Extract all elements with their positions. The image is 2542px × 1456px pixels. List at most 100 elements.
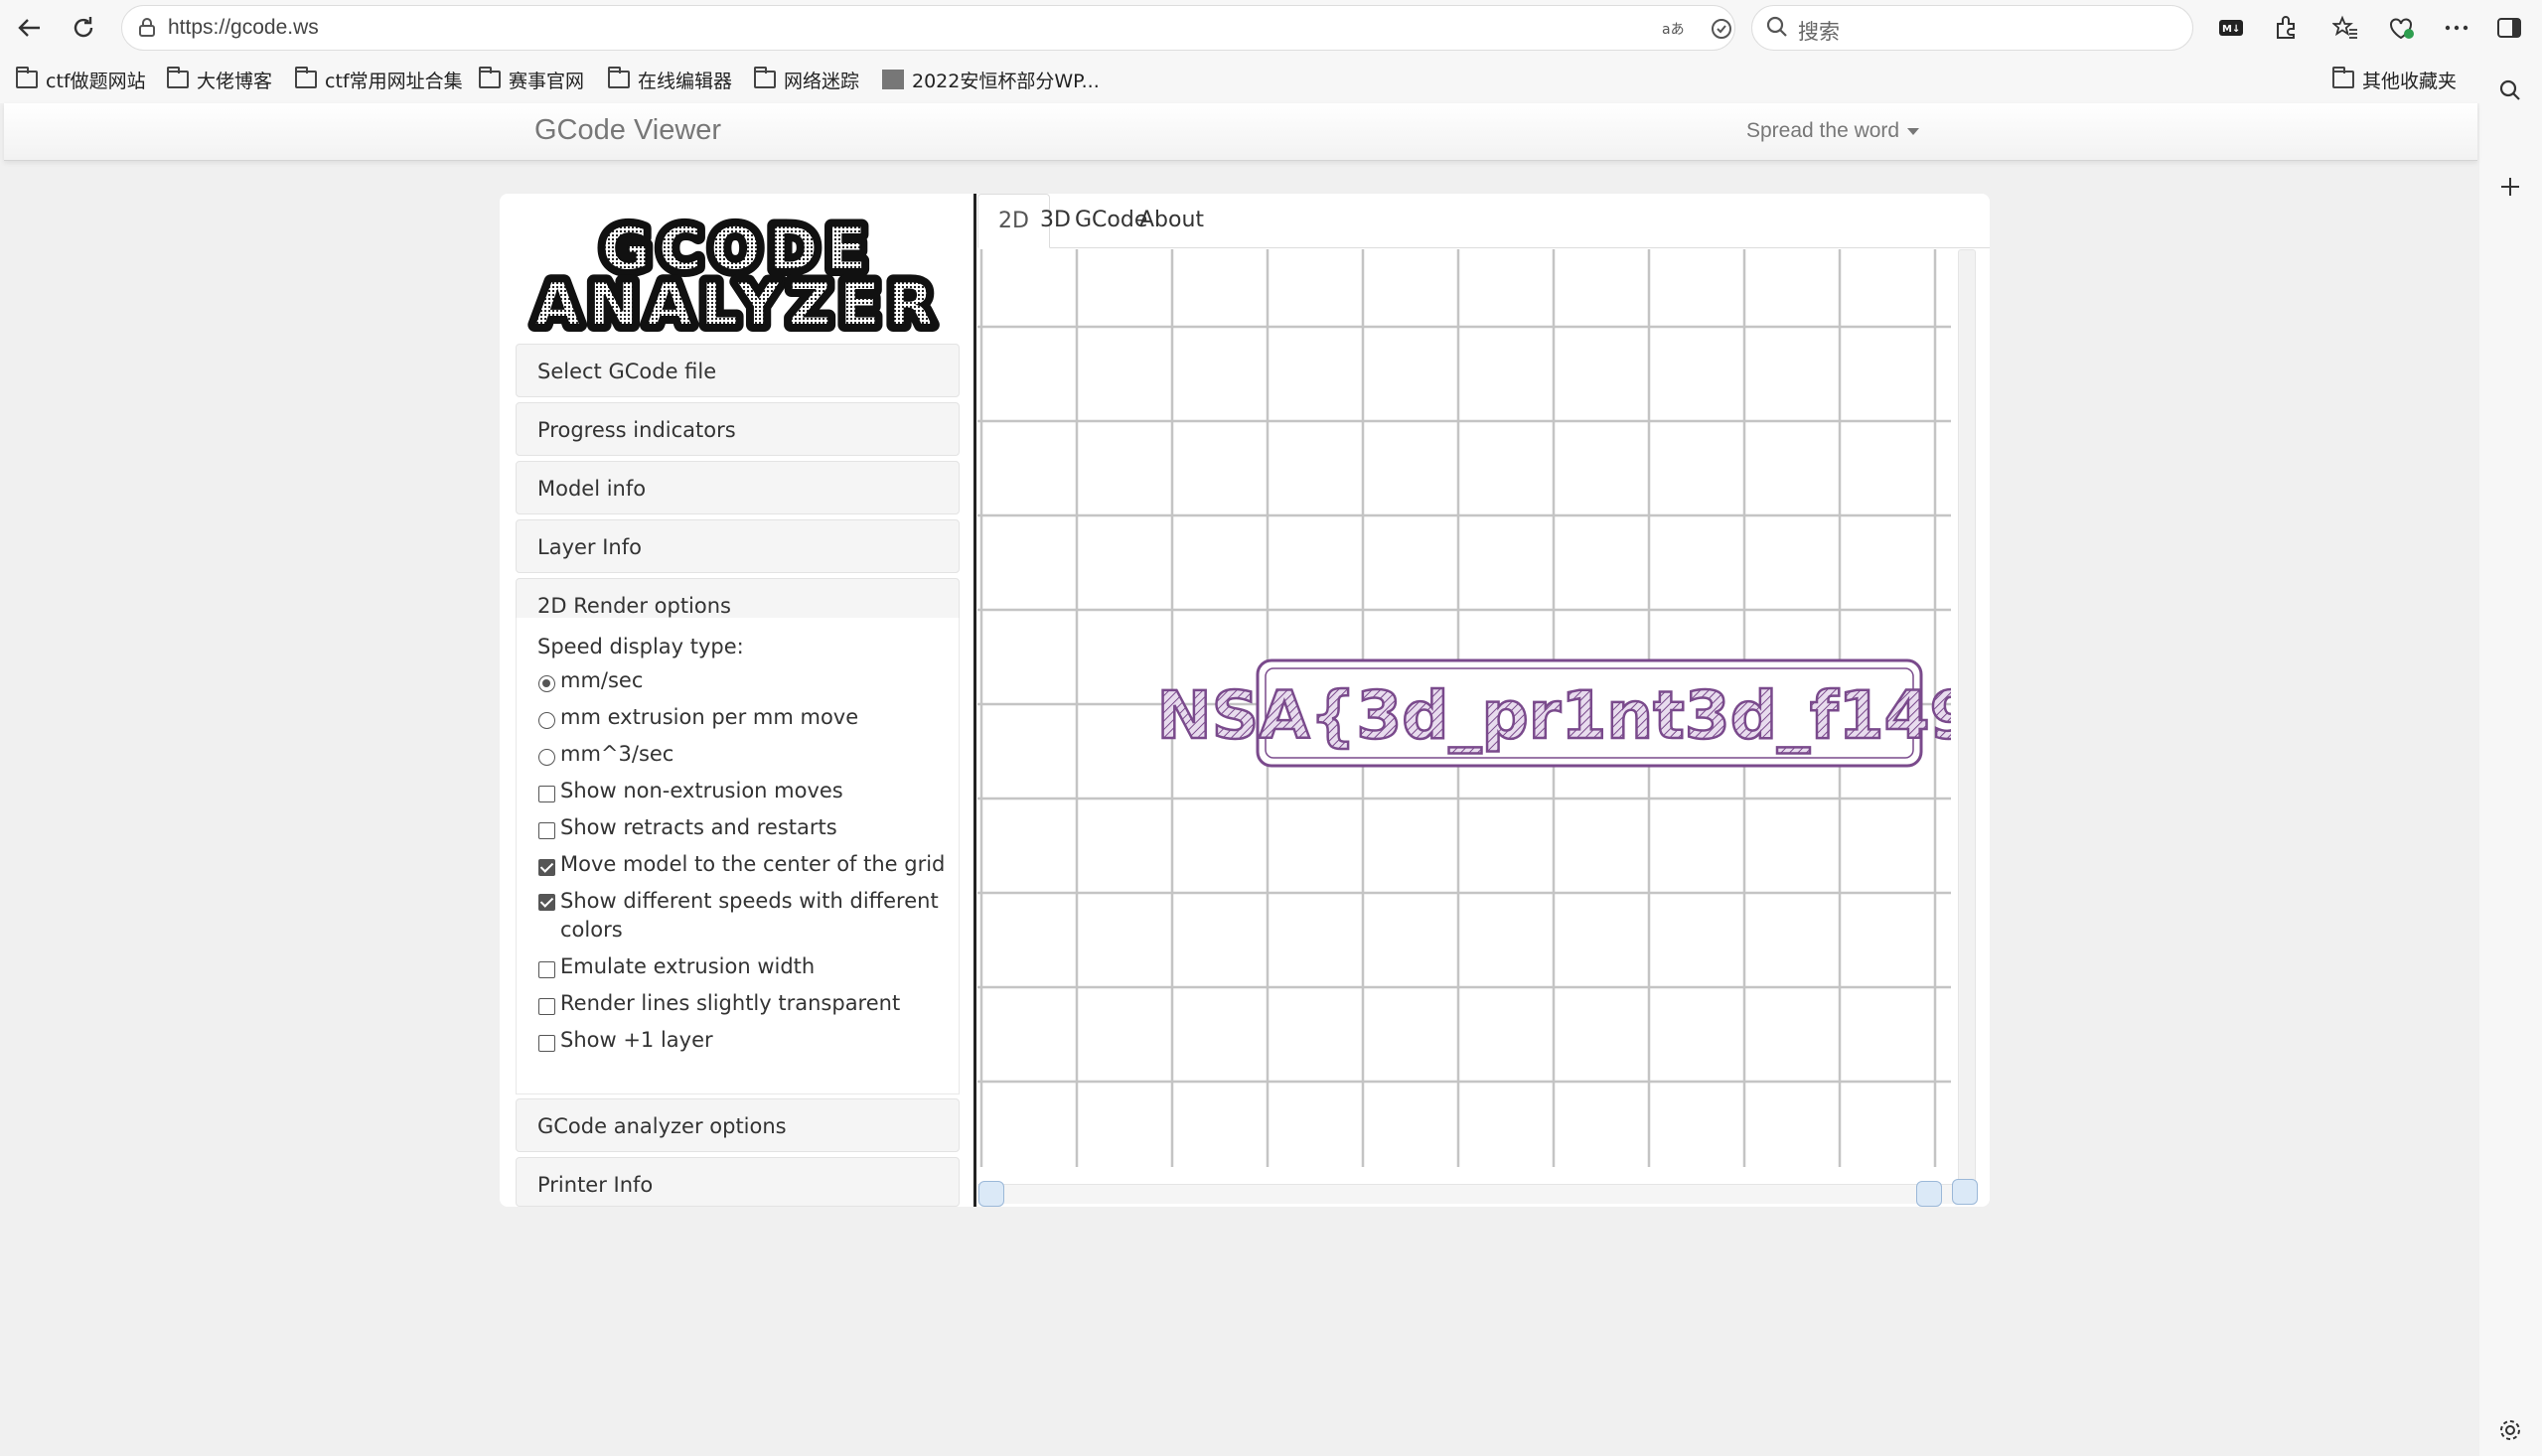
bookmark-folder[interactable]: 网络迷踪: [754, 66, 859, 93]
spread-the-word-dropdown[interactable]: Spread the word: [1746, 119, 1920, 143]
main-panel: GCODE GCODE ANALYZER ANALYZER Select GCo…: [500, 194, 1990, 1207]
section-model-info[interactable]: Model info: [516, 461, 960, 514]
search-placeholder: 搜索: [1798, 20, 1840, 44]
search-box[interactable]: 搜索: [1751, 5, 2193, 51]
checkbox[interactable]: [538, 961, 555, 978]
render-canvas[interactable]: NSA{3d_pr1nt3d_f149}: [977, 249, 1951, 1167]
option-label: Emulate extrusion width: [560, 954, 816, 978]
translate-icon[interactable]: aあ: [1660, 15, 1688, 43]
folder-icon: [754, 67, 776, 88]
checkbox[interactable]: [538, 822, 555, 839]
view-tabs: 2D 3D GCode About: [977, 194, 1990, 248]
bookmark-folder[interactable]: 大佬博客: [167, 66, 272, 93]
checkbox-option[interactable]: Move model to the center of the grid: [537, 846, 959, 883]
option-label: Render lines slightly transparent: [560, 991, 901, 1015]
svg-text:ANALYZER: ANALYZER: [534, 270, 942, 333]
refresh-page-icon[interactable]: [1708, 15, 1735, 43]
option-label: mm^3/sec: [560, 742, 674, 766]
sidebar-search-icon[interactable]: [2493, 73, 2527, 107]
bookmark-label: 其他收藏夹: [2362, 70, 2458, 92]
folder-icon: [167, 67, 189, 88]
radio-button[interactable]: [538, 712, 555, 729]
back-icon[interactable]: [12, 10, 48, 46]
search-icon: [1764, 14, 1792, 42]
address-bar[interactable]: https://gcode.ws aあ A)): [121, 5, 1827, 51]
bookmark-label: 网络迷踪: [784, 70, 860, 92]
markdown-extension-icon[interactable]: M↓: [2213, 10, 2249, 46]
folder-icon: [16, 67, 38, 88]
more-options-icon[interactable]: [2439, 10, 2474, 46]
radio-option[interactable]: mm^3/sec: [537, 736, 959, 773]
folder-icon: [608, 67, 630, 88]
checkbox-option[interactable]: Emulate extrusion width: [537, 948, 959, 985]
grid-canvas: NSA{3d_pr1nt3d_f149}: [977, 249, 1951, 1167]
tab-about[interactable]: About: [1120, 194, 1224, 248]
section-printer-info[interactable]: Printer Info: [516, 1157, 960, 1207]
svg-text:M↓: M↓: [2222, 24, 2240, 35]
other-bookmarks-folder[interactable]: 其他收藏夹: [2332, 66, 2457, 93]
url-text[interactable]: https://gcode.ws: [168, 16, 319, 40]
radio-option[interactable]: mm/sec: [537, 662, 959, 699]
bookmark-folder[interactable]: 在线编辑器: [608, 66, 732, 93]
bookmark-label: ctf常用网址合集: [325, 70, 463, 92]
scroll-handle-left[interactable]: [978, 1181, 1004, 1207]
browser-toolbar: https://gcode.ws aあ A)) 搜索 M↓ c: [0, 0, 2542, 103]
checkbox[interactable]: [538, 786, 555, 802]
checkbox-option[interactable]: Show retracts and restarts: [537, 809, 959, 846]
section-layer-info[interactable]: Layer Info: [516, 519, 960, 573]
bookmark-folder[interactable]: ctf常用网址合集: [295, 66, 463, 93]
radio-button[interactable]: [538, 675, 555, 692]
checkbox[interactable]: [538, 894, 555, 911]
scroll-handle-right[interactable]: [1916, 1181, 1942, 1207]
checkbox-option[interactable]: Show non-extrusion moves: [537, 773, 959, 809]
radio-option[interactable]: mm extrusion per mm move: [537, 699, 959, 736]
extensions-icon[interactable]: [2268, 10, 2304, 46]
checkbox[interactable]: [538, 1035, 555, 1052]
sidebar-toggle-icon[interactable]: [2491, 10, 2527, 46]
option-label: Show different speeds with different col…: [560, 889, 939, 942]
column-divider: [973, 194, 976, 1207]
lock-icon[interactable]: [134, 15, 160, 41]
svg-text:aあ: aあ: [1662, 22, 1685, 38]
folder-icon: [2332, 67, 2354, 88]
bookmark-folder[interactable]: 赛事官网: [479, 66, 584, 93]
page: GCode Viewer Spread the word GCODE GCODE…: [4, 103, 2477, 1456]
section-progress-indicators[interactable]: Progress indicators: [516, 402, 960, 456]
section-select-file[interactable]: Select GCode file: [516, 344, 960, 397]
checkbox[interactable]: [538, 859, 555, 876]
option-label: mm extrusion per mm move: [560, 705, 859, 729]
option-label: Show +1 layer: [560, 1028, 713, 1052]
section-gcode-analyzer-options[interactable]: GCode analyzer options: [516, 1098, 960, 1152]
dropdown-label: Spread the word: [1746, 119, 1900, 142]
checkbox-option[interactable]: Render lines slightly transparent: [537, 985, 959, 1022]
favorites-icon[interactable]: [2327, 10, 2363, 46]
checkbox-option[interactable]: Show different speeds with different col…: [537, 883, 959, 948]
bookmark-folder[interactable]: ctf做题网站: [16, 66, 146, 93]
folder-icon: [479, 67, 501, 88]
checkbox-option[interactable]: Show +1 layer: [537, 1022, 959, 1059]
render-options-body: Speed display type: mm/sec mm extrusion …: [516, 618, 960, 1094]
bookmark-link[interactable]: 2022安恒杯部分WP...: [882, 66, 1100, 93]
sidebar-add-icon[interactable]: [2493, 170, 2527, 204]
reload-icon[interactable]: [66, 10, 101, 46]
browser-essentials-icon[interactable]: [2384, 10, 2420, 46]
checkbox[interactable]: [538, 998, 555, 1015]
bookmark-label: 大佬博客: [197, 70, 273, 92]
bookmark-label: ctf做题网站: [46, 70, 146, 92]
horizontal-scrollbar[interactable]: [977, 1184, 1956, 1204]
sidebar-settings-icon[interactable]: [2493, 1413, 2527, 1447]
option-label: Show non-extrusion moves: [560, 779, 843, 802]
edge-sidebar: [2479, 60, 2542, 1456]
site-navbar: GCode Viewer Spread the word: [4, 103, 2477, 161]
bookmark-label: 在线编辑器: [638, 70, 733, 92]
page-thumbnail-icon: [882, 70, 904, 89]
speed-display-label: Speed display type:: [537, 635, 744, 658]
bookmark-label: 赛事官网: [509, 70, 585, 92]
radio-button[interactable]: [538, 749, 555, 766]
scroll-handle-corner[interactable]: [1952, 1179, 1978, 1205]
site-brand[interactable]: GCode Viewer: [534, 114, 721, 147]
gcode-analyzer-logo: GCODE GCODE ANALYZER ANALYZER: [527, 214, 942, 333]
model-text: NSA{3d_pr1nt3d_f149}: [1157, 677, 1951, 754]
caret-down-icon: [1907, 127, 1920, 135]
vertical-scrollbar[interactable]: [1958, 249, 1976, 1183]
